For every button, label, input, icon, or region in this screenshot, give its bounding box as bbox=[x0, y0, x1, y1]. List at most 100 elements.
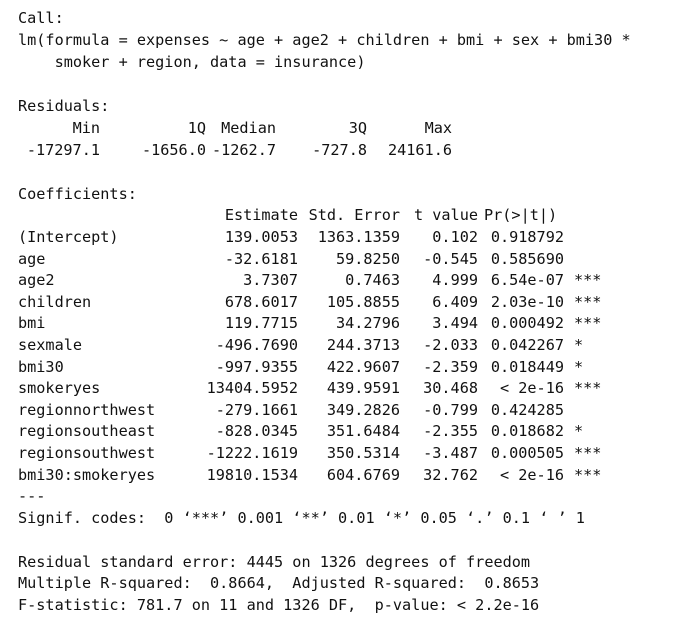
coef-std-error: 244.3713 bbox=[326, 336, 400, 354]
coef-term: age bbox=[18, 249, 46, 268]
coef-t-value: 3.494 bbox=[432, 314, 478, 333]
coef-estimate: -1222.1619 bbox=[206, 444, 298, 462]
coef-t-value: -3.487 bbox=[423, 444, 478, 462]
coefficient-row: sexmale -496.7690 244.3713 -2.033 0.042267 * bbox=[18, 335, 678, 357]
call-formula-line-1: lm(formula = expenses ~ age + age2 + chi… bbox=[18, 31, 631, 49]
coef-t-value: -2.359 bbox=[423, 357, 478, 376]
residuals-header: Residuals: bbox=[18, 97, 110, 115]
residual-value-1q: -1656.0 bbox=[141, 141, 206, 159]
coef-term: children bbox=[18, 292, 92, 311]
coef-signif: *** bbox=[574, 314, 602, 333]
residual-label-3q: 3Q bbox=[348, 119, 367, 137]
coef-signif: * bbox=[574, 357, 584, 376]
coef-estimate: 139.0053 bbox=[224, 228, 298, 246]
coef-estimate: -997.9355 bbox=[215, 357, 298, 376]
coefficients-header: Coefficients: bbox=[18, 185, 137, 203]
coef-term: bmi bbox=[18, 314, 46, 333]
coef-p-value: 0.918792 bbox=[490, 228, 564, 246]
residual-value-max: 24161.6 bbox=[387, 141, 452, 159]
coefficient-row: regionsouthwest -1222.1619 350.5314 -3.487 0… bbox=[18, 443, 678, 465]
coef-std-error: 351.6484 bbox=[326, 422, 400, 441]
coefficient-row: age2 3.7307 0.7463 4.999 6.54e-07 *** bbox=[18, 270, 678, 292]
coef-t-value: -2.033 bbox=[423, 336, 478, 354]
coef-term: smokeryes bbox=[18, 379, 101, 398]
coef-term: bmi30 bbox=[18, 357, 64, 376]
call-header: Call: bbox=[18, 9, 64, 27]
coef-term: regionsoutheast bbox=[18, 422, 156, 441]
coef-std-error: 1363.1359 bbox=[317, 228, 400, 246]
residual-label-median: Median bbox=[221, 119, 276, 137]
coef-p-value: 0.042267 bbox=[490, 336, 564, 354]
coef-p-value: 0.000505 bbox=[490, 444, 564, 462]
coefficient-row: children 678.6017 105.8855 6.409 2.03e-10 *** bbox=[18, 292, 678, 314]
residual-label-max: Max bbox=[424, 119, 452, 137]
coef-estimate: 19810.1534 bbox=[206, 465, 298, 484]
coef-std-error: 59.8250 bbox=[335, 249, 400, 268]
coef-signif: *** bbox=[574, 465, 602, 484]
coef-signif: * bbox=[574, 422, 584, 441]
coef-p-value: < 2e-16 bbox=[499, 379, 564, 398]
coef-t-value: 32.762 bbox=[423, 465, 478, 484]
coef-term: regionsouthwest bbox=[18, 444, 156, 462]
coefficient-row: smokeryes 13404.5952 439.9591 30.468 < 2e-16… bbox=[18, 378, 678, 400]
coefficients-separator: --- bbox=[18, 487, 46, 505]
r-squared-text: Multiple R-squared: 0.8664, Adjusted R-s… bbox=[18, 574, 540, 592]
residuals-labels-row: Min 1Q Median 3Q Max bbox=[18, 118, 478, 140]
residuals-values-row: -17297.1 -1656.0 -1262.7 -727.8 24161.6 bbox=[18, 140, 478, 162]
f-statistic-line: F-statistic: 781.7 on 11 and 1326 DF, p-… bbox=[18, 596, 540, 614]
coef-std-error: 34.2796 bbox=[335, 314, 400, 333]
coefficients-column-headers: Estimate Std. Error t value Pr(>|t|) bbox=[18, 205, 678, 227]
coef-col-std-error: Std. Error bbox=[308, 206, 400, 224]
coefficient-row: bmi30 -997.9355 422.9607 -2.359 0.018449 * bbox=[18, 357, 678, 379]
coef-term: regionnorthwest bbox=[18, 400, 156, 419]
coef-estimate: 119.7715 bbox=[224, 314, 298, 333]
coef-estimate: -279.1661 bbox=[215, 400, 298, 419]
signif-codes-legend: Signif. codes: 0 ‘***’ 0.001 ‘**’ 0.01 ‘… bbox=[18, 509, 585, 527]
coef-std-error: 105.8855 bbox=[326, 292, 400, 311]
coef-term: age2 bbox=[18, 271, 55, 290]
coef-signif: * bbox=[574, 336, 584, 354]
coef-estimate: -32.6181 bbox=[224, 249, 298, 268]
coef-t-value: 0.102 bbox=[432, 228, 478, 246]
coef-std-error: 604.6769 bbox=[326, 465, 400, 484]
coef-p-value: 0.424285 bbox=[490, 400, 564, 419]
coef-std-error: 422.9607 bbox=[326, 357, 400, 376]
residual-label-1q: 1Q bbox=[187, 119, 206, 137]
coef-estimate: -496.7690 bbox=[215, 336, 298, 354]
residual-standard-error: Residual standard error: 4445 on 1326 de… bbox=[18, 553, 531, 571]
coef-term: sexmale bbox=[18, 336, 83, 354]
coef-term: (Intercept) bbox=[18, 228, 119, 246]
r-squared-line: Multiple R-squared: 0.8664, Adjusted R-s… bbox=[18, 573, 539, 595]
coef-t-value: -0.545 bbox=[423, 249, 478, 268]
coef-col-t-value: t value bbox=[413, 206, 478, 224]
coef-p-value: 6.54e-07 bbox=[490, 271, 564, 290]
coef-t-value: -2.355 bbox=[423, 422, 478, 441]
coef-std-error: 439.9591 bbox=[326, 379, 400, 398]
coef-signif: *** bbox=[574, 379, 602, 398]
coef-signif: *** bbox=[574, 292, 602, 311]
call-formula-line-2: smoker + region, data = insurance) bbox=[18, 53, 366, 71]
coef-p-value: 0.018682 bbox=[490, 422, 564, 441]
residual-value-min: -17297.1 bbox=[26, 141, 100, 159]
residual-label-min: Min bbox=[72, 119, 100, 137]
coef-term: bmi30:smokeryes bbox=[18, 465, 156, 484]
coef-estimate: 678.6017 bbox=[224, 292, 298, 311]
coef-estimate: 13404.5952 bbox=[206, 379, 298, 398]
residual-value-3q: -727.8 bbox=[312, 141, 367, 159]
coef-p-value: 0.018449 bbox=[490, 357, 564, 376]
coef-estimate: 3.7307 bbox=[243, 271, 298, 290]
coefficient-row: bmi 119.7715 34.2796 3.494 0.000492 *** bbox=[18, 313, 678, 335]
coef-t-value: -0.799 bbox=[423, 400, 478, 419]
coef-t-value: 4.999 bbox=[432, 271, 478, 290]
coef-t-value: 6.409 bbox=[432, 292, 478, 311]
coef-p-value: 2.03e-10 bbox=[490, 292, 564, 311]
coef-estimate: -828.0345 bbox=[215, 422, 298, 441]
coefficient-row: (Intercept) 139.0053 1363.1359 0.102 0.91879… bbox=[18, 227, 678, 249]
coefficient-row: regionnorthwest -279.1661 349.2826 -0.799 0.… bbox=[18, 400, 678, 422]
residual-value-median: -1262.7 bbox=[211, 141, 276, 159]
coefficient-row: age -32.6181 59.8250 -0.545 0.585690 bbox=[18, 249, 678, 271]
coef-std-error: 350.5314 bbox=[326, 444, 400, 462]
coef-p-value: 0.000492 bbox=[490, 314, 564, 333]
coefficient-row: regionsoutheast -828.0345 351.6484 -2.355 0.… bbox=[18, 421, 678, 443]
coef-p-value: 0.585690 bbox=[490, 249, 564, 268]
